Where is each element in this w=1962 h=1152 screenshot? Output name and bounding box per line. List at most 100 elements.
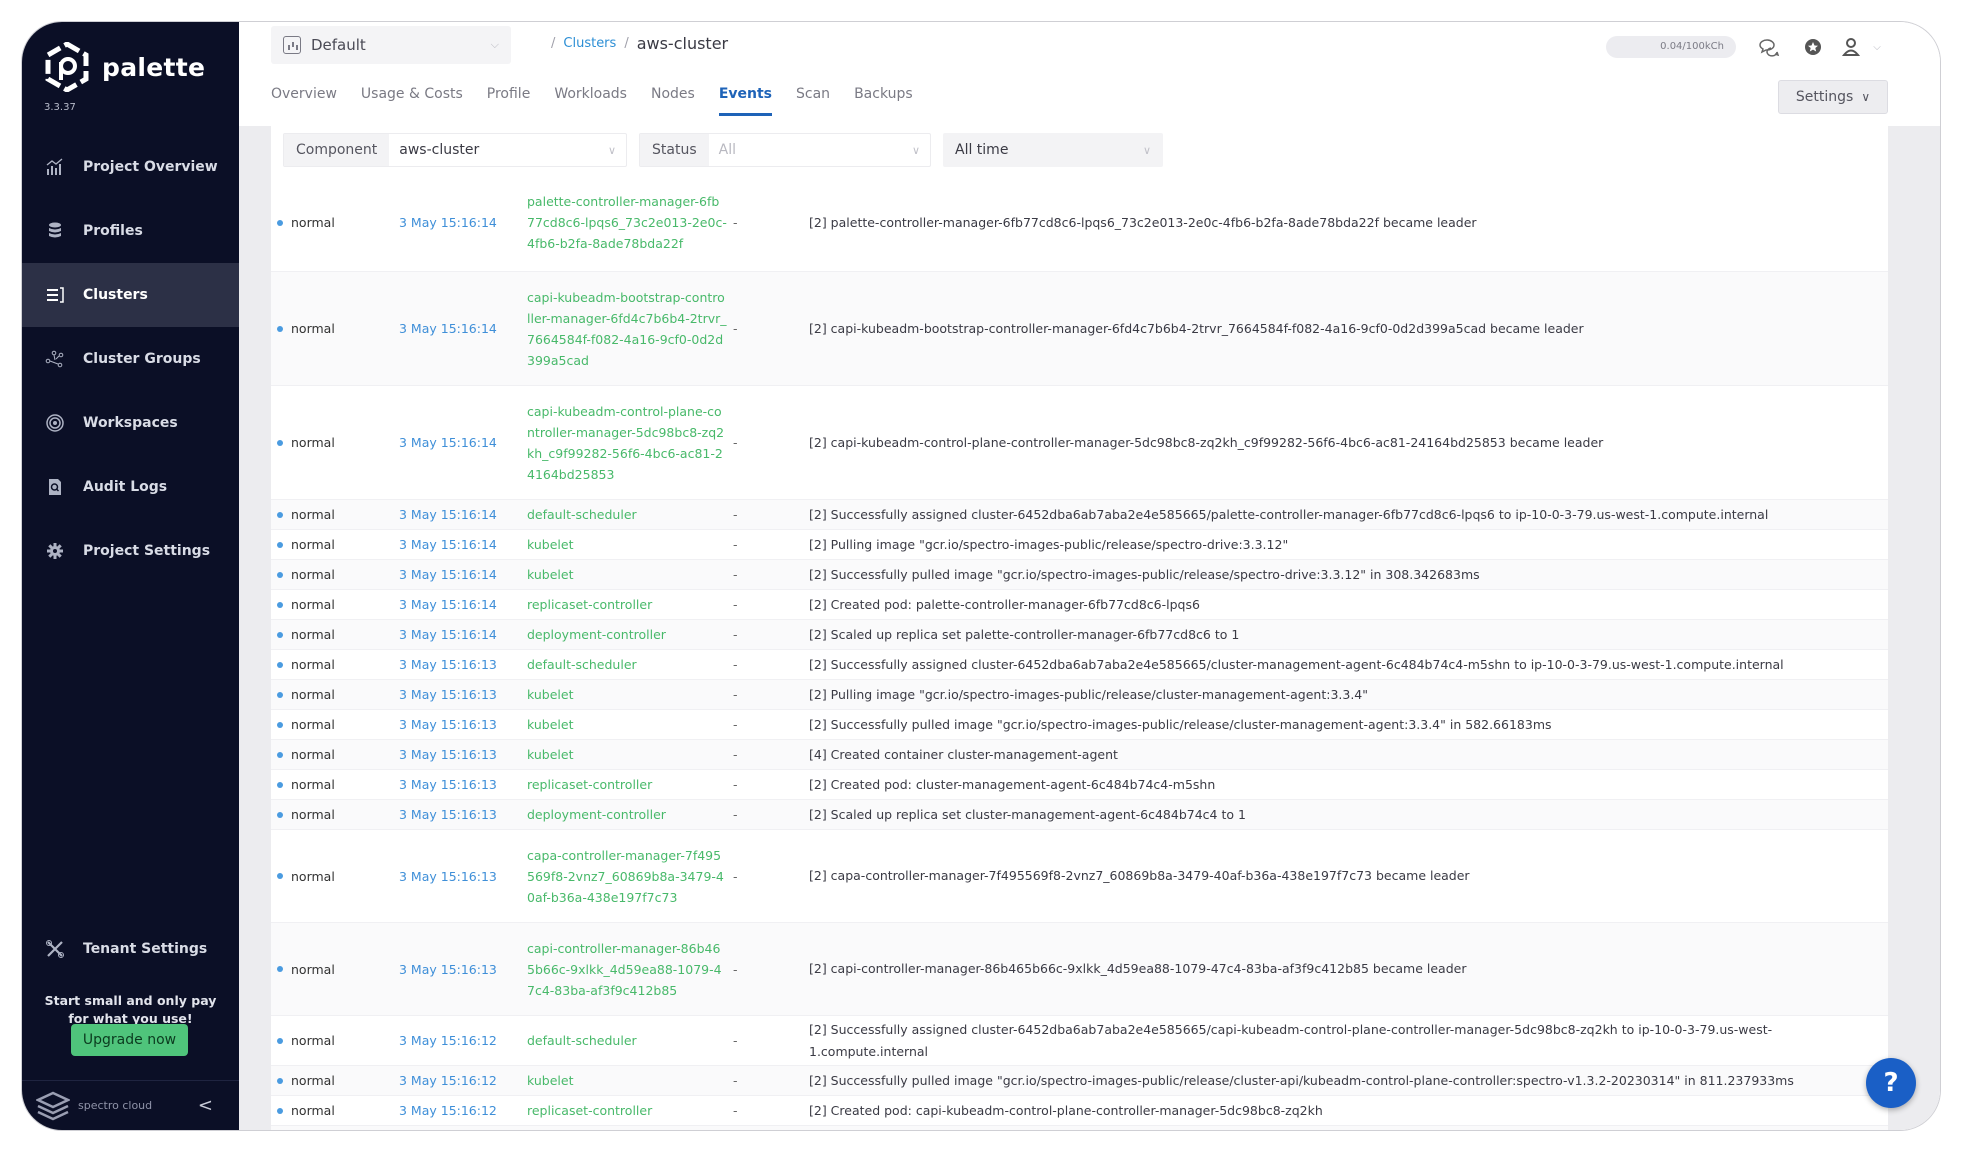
app-window: palette 3.3.37 Project Overview Profiles [22, 22, 1940, 1130]
upgrade-now-button[interactable]: Upgrade now [71, 1024, 188, 1056]
event-type: normal [291, 537, 335, 552]
event-row: normal 3 May 15:16:12 kubelet - [2] Succ… [271, 1066, 1888, 1096]
chevron-down-icon: ⌵ [490, 38, 499, 51]
event-origin[interactable]: kubelet [527, 684, 727, 705]
event-row: normal 3 May 15:16:13 capa-controller-ma… [271, 830, 1888, 923]
event-type-cell: normal [271, 807, 399, 822]
event-extra: - [733, 717, 738, 732]
event-origin[interactable]: capi-kubeadm-control-plane-controller-ma… [527, 401, 727, 485]
event-type-cell: normal [271, 627, 399, 642]
event-row: normal 3 May 15:16:14 replicaset-control… [271, 590, 1888, 620]
event-origin[interactable]: kubelet [527, 534, 727, 555]
status-dot-icon [277, 811, 283, 818]
event-origin[interactable]: capa-controller-manager-7f495569f8-2vnz7… [527, 845, 727, 908]
sidebar-item-clusters[interactable]: Clusters [22, 263, 239, 327]
tab-overview[interactable]: Overview [271, 86, 337, 116]
time-range-select[interactable]: All time ∨ [943, 133, 1163, 167]
event-extra: - [733, 961, 738, 977]
event-row: normal 3 May 15:16:13 deployment-control… [271, 800, 1888, 830]
event-origin[interactable]: capi-kubeadm-bootstrap-controller-manage… [527, 287, 727, 371]
event-origin[interactable]: replicaset-controller [527, 774, 727, 795]
project-selector[interactable]: Default ⌵ [271, 26, 511, 64]
tab-usage-costs[interactable]: Usage & Costs [361, 86, 463, 116]
sidebar-item-profiles[interactable]: Profiles [22, 199, 239, 263]
event-type-cell: normal [271, 717, 399, 732]
event-message: [2] Scaled up replica set palette-contro… [809, 626, 1240, 642]
sidebar-item-label: Project Overview [83, 159, 218, 175]
event-message: [2] Created pod: palette-controller-mana… [809, 596, 1200, 612]
settings-label: Settings [1795, 89, 1854, 105]
event-time: 3 May 15:16:13 [399, 657, 497, 672]
event-row: normal 3 May 15:16:14 deployment-control… [271, 620, 1888, 650]
event-origin[interactable]: kubelet [527, 714, 727, 735]
event-type: normal [291, 777, 335, 792]
event-message: [2] Pulling image "gcr.io/spectro-images… [809, 686, 1369, 702]
workspaces-icon [45, 413, 65, 433]
tab-profile[interactable]: Profile [487, 86, 531, 116]
event-type: normal [291, 507, 335, 522]
tab-nodes[interactable]: Nodes [651, 86, 695, 116]
tab-workloads[interactable]: Workloads [554, 86, 627, 116]
event-message: [2] Successfully pulled image "gcr.io/sp… [809, 566, 1480, 582]
event-origin[interactable]: default-scheduler [527, 1030, 727, 1051]
sidebar-item-tenant-settings[interactable]: Tenant Settings [22, 917, 239, 981]
chat-icon[interactable] [1756, 34, 1782, 60]
event-row: normal 3 May 15:16:12 default-scheduler … [271, 1016, 1888, 1066]
event-time: 3 May 15:16:13 [399, 807, 497, 822]
tab-scan[interactable]: Scan [796, 86, 830, 116]
collapse-sidebar-button[interactable]: < [198, 1095, 213, 1116]
user-menu-chevron-icon[interactable]: ⌵ [1870, 34, 1884, 60]
component-select[interactable]: aws-cluster ∨ [389, 134, 626, 166]
event-type: normal [291, 961, 335, 977]
user-avatar-icon[interactable] [1838, 34, 1864, 60]
event-type: normal [291, 1033, 335, 1048]
status-dot-icon [277, 439, 283, 446]
status-dot-icon [277, 601, 283, 608]
sidebar-footer: spectro cloud < [22, 1080, 239, 1130]
help-button[interactable]: ? [1866, 1058, 1916, 1108]
event-time: 3 May 15:16:12 [399, 1073, 497, 1088]
event-extra: - [733, 215, 738, 230]
event-origin[interactable]: capi-controller-manager-86b465b66c-9xlkk… [527, 938, 727, 1001]
status-select[interactable]: All ∨ [709, 134, 930, 166]
event-type-cell: normal [271, 1103, 399, 1118]
event-type: normal [291, 321, 335, 336]
event-origin[interactable]: deployment-controller [527, 624, 727, 645]
event-type-cell: normal [271, 215, 399, 230]
event-origin[interactable]: kubelet [527, 1070, 727, 1091]
project-name: Default [311, 36, 366, 54]
event-origin[interactable]: default-scheduler [527, 654, 727, 675]
component-filter[interactable]: Component aws-cluster ∨ [283, 133, 627, 167]
tab-backups[interactable]: Backups [854, 86, 913, 116]
event-origin[interactable]: replicaset-controller [527, 1100, 727, 1121]
favorites-icon[interactable] [1800, 34, 1826, 60]
sidebar-item-project-settings[interactable]: Project Settings [22, 519, 239, 583]
status-filter[interactable]: Status All ∨ [639, 133, 931, 167]
event-type-cell: normal [271, 1073, 399, 1088]
event-origin[interactable]: palette-controller-manager-6fb77cd8c6-lp… [527, 191, 727, 254]
event-origin[interactable]: default-scheduler [527, 504, 727, 525]
settings-dropdown-button[interactable]: Settings ∨ [1778, 80, 1888, 114]
event-type-cell: normal [271, 777, 399, 792]
status-dot-icon [277, 631, 283, 638]
event-type: normal [291, 627, 335, 642]
status-dot-icon [277, 966, 283, 972]
palette-logo[interactable]: palette [44, 42, 205, 92]
event-extra: - [733, 1033, 738, 1048]
sidebar-item-project-overview[interactable]: Project Overview [22, 135, 239, 199]
event-type-cell: normal [271, 1033, 399, 1048]
chevron-down-icon: ∨ [607, 143, 616, 157]
event-row: normal 3 May 15:16:13 capi-controller-ma… [271, 923, 1888, 1016]
event-type-cell: normal [271, 657, 399, 672]
breadcrumb-clusters-link[interactable]: Clusters [563, 36, 616, 51]
sidebar-item-audit-logs[interactable]: Audit Logs [22, 455, 239, 519]
event-origin[interactable]: kubelet [527, 564, 727, 585]
sidebar-item-cluster-groups[interactable]: Cluster Groups [22, 327, 239, 391]
event-time: 3 May 15:16:14 [399, 321, 497, 336]
tab-events[interactable]: Events [718, 86, 773, 116]
event-origin[interactable]: deployment-controller [527, 804, 727, 825]
event-origin[interactable]: kubelet [527, 744, 727, 765]
sidebar-item-workspaces[interactable]: Workspaces [22, 391, 239, 455]
event-origin[interactable]: replicaset-controller [527, 594, 727, 615]
event-message: [2] Successfully assigned cluster-6452db… [809, 656, 1784, 672]
